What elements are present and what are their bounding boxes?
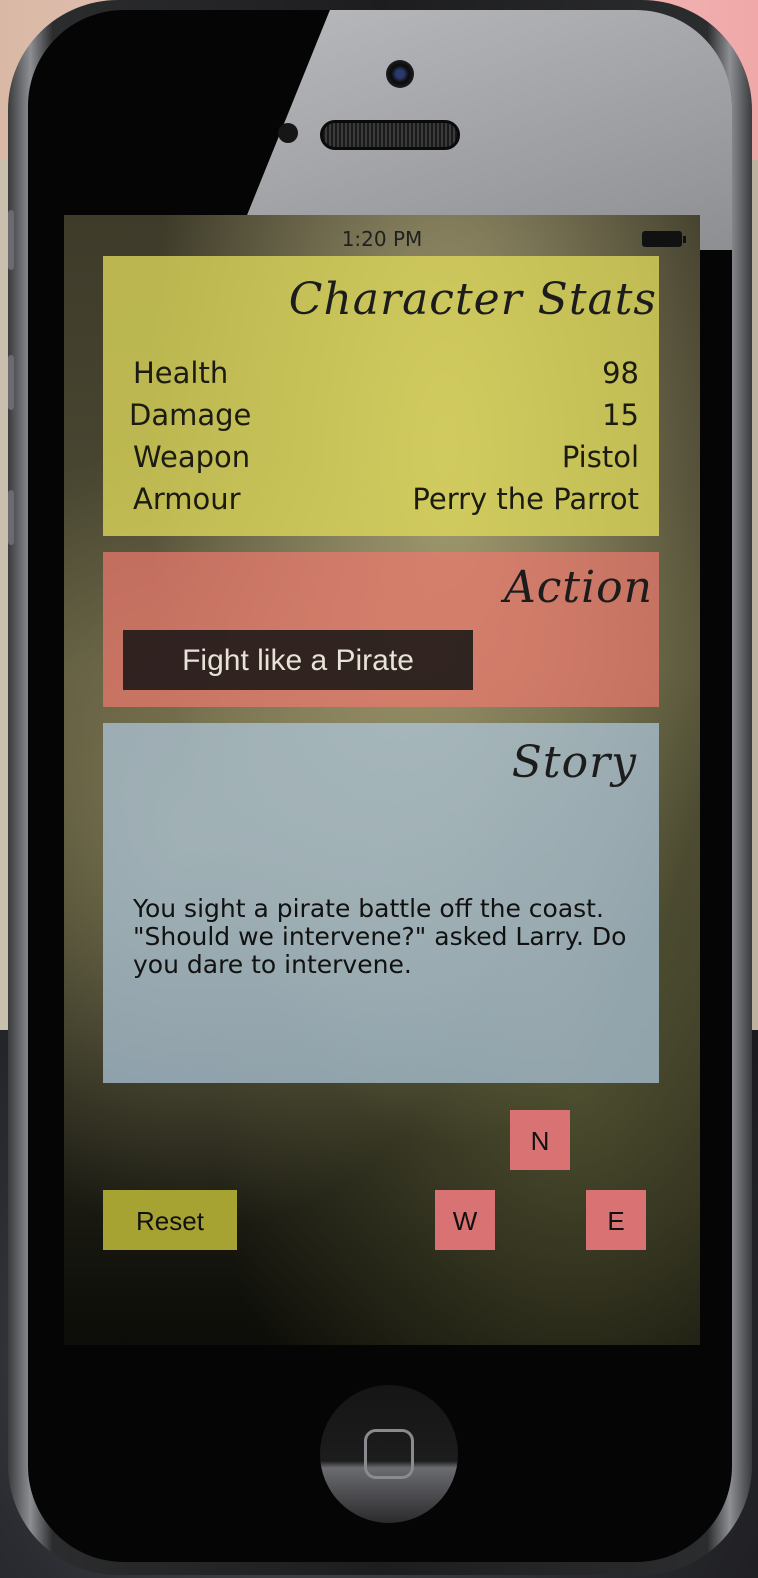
action-title: Action xyxy=(504,562,653,613)
volume-down-button xyxy=(8,490,14,545)
phone-device-frame: 1:20 PM Character Stats Health 98 Damage… xyxy=(8,0,752,1575)
east-button[interactable]: E xyxy=(586,1190,646,1250)
stat-value: Perry the Parrot xyxy=(412,482,639,516)
reset-button[interactable]: Reset xyxy=(103,1190,237,1250)
stat-label: Armour xyxy=(133,482,241,516)
stat-row-damage: Damage 15 xyxy=(129,398,639,438)
stats-title: Character Stats xyxy=(288,274,657,325)
story-text: You sight a pirate battle off the coast.… xyxy=(133,894,627,979)
stat-row-weapon: Weapon Pistol xyxy=(133,440,639,480)
battery-icon xyxy=(642,231,686,247)
story-title: Story xyxy=(511,737,637,788)
action-panel: Action Fight like a Pirate xyxy=(103,552,659,707)
stat-label: Damage xyxy=(129,398,252,432)
status-time: 1:20 PM xyxy=(341,227,423,251)
screen-glare xyxy=(232,10,732,250)
mute-switch xyxy=(8,210,14,270)
north-button[interactable]: N xyxy=(510,1110,570,1170)
fight-like-a-pirate-button[interactable]: Fight like a Pirate xyxy=(123,630,473,690)
stat-row-armour: Armour Perry the Parrot xyxy=(133,482,639,522)
stat-value: 98 xyxy=(602,356,639,390)
home-square-icon xyxy=(364,1429,414,1479)
stat-label: Health xyxy=(133,356,229,390)
speaker-grille-icon xyxy=(320,120,460,150)
stat-row-health: Health 98 xyxy=(133,356,639,396)
volume-up-button xyxy=(8,355,14,410)
camera-icon xyxy=(386,60,414,88)
stat-label: Weapon xyxy=(133,440,251,474)
stat-value: 15 xyxy=(602,398,639,432)
status-bar: 1:20 PM xyxy=(64,223,700,253)
west-button[interactable]: W xyxy=(435,1190,495,1250)
stat-value: Pistol xyxy=(561,440,639,474)
character-stats-panel: Character Stats Health 98 Damage 15 Weap… xyxy=(103,256,659,536)
home-button-icon[interactable] xyxy=(320,1385,458,1523)
proximity-sensor xyxy=(278,123,298,143)
story-panel: Story You sight a pirate battle off the … xyxy=(103,723,659,1083)
app-screen: 1:20 PM Character Stats Health 98 Damage… xyxy=(64,215,700,1345)
